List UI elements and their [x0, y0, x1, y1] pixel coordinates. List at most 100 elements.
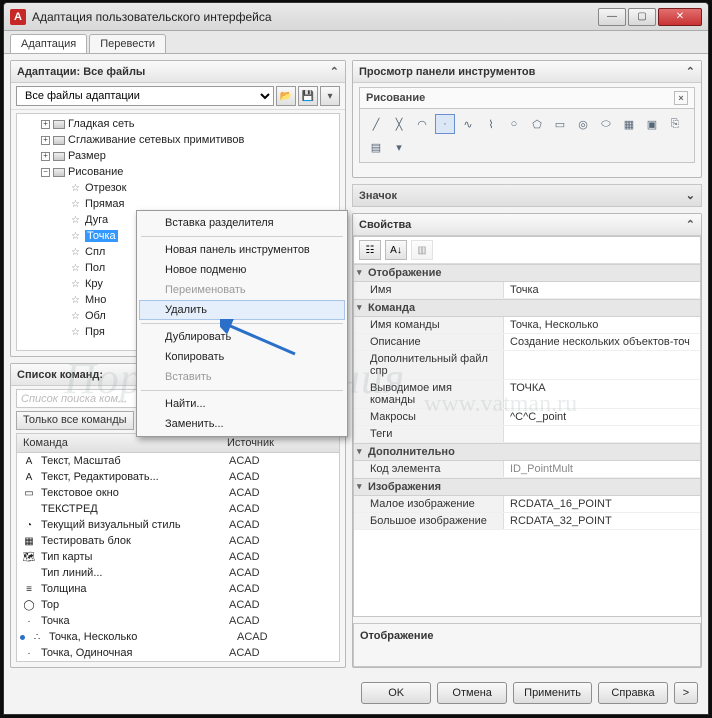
- tool-insert-icon[interactable]: ⎘: [665, 114, 685, 134]
- tree-node[interactable]: Гладкая сеть: [68, 118, 135, 130]
- prop-val[interactable]: Создание нескольких объектов-точ: [504, 334, 700, 350]
- tool-polygon-icon[interactable]: ⬠: [527, 114, 547, 134]
- tree-leaf[interactable]: Пря: [85, 326, 105, 338]
- tree-leaf[interactable]: Прямая: [85, 198, 125, 210]
- collapse-icon[interactable]: −: [41, 168, 50, 177]
- cmd-name[interactable]: Тор: [41, 599, 225, 611]
- tool-table-icon[interactable]: ▤: [366, 137, 386, 157]
- save-arrow-button[interactable]: ▾: [320, 86, 340, 106]
- expand-icon[interactable]: ⌄: [686, 189, 695, 202]
- prop-val[interactable]: RCDATA_16_POINT: [504, 496, 700, 512]
- help-expand-button[interactable]: >: [674, 682, 698, 704]
- file-combo[interactable]: Все файлы адаптации: [16, 86, 274, 106]
- tool-pline-icon[interactable]: ⌇: [481, 114, 501, 134]
- icon-section[interactable]: Значок ⌄: [352, 184, 702, 207]
- prop-pages-button[interactable]: ▥: [411, 240, 433, 260]
- cmd-name[interactable]: Текст, Редактировать...: [41, 471, 225, 483]
- prop-val[interactable]: [504, 426, 700, 442]
- tool-spline-icon[interactable]: ∿: [458, 114, 478, 134]
- cmd-name[interactable]: Тип линий...: [41, 567, 225, 579]
- tree-leaf[interactable]: Мно: [85, 294, 106, 306]
- tool-block-icon[interactable]: ▣: [642, 114, 662, 134]
- ok-button[interactable]: OK: [361, 682, 431, 704]
- cmd-name[interactable]: Тип карты: [41, 551, 225, 563]
- ctx-new-submenu[interactable]: Новое подменю: [139, 260, 345, 280]
- tool-arc-icon[interactable]: ◠: [412, 114, 432, 134]
- cancel-button[interactable]: Отмена: [437, 682, 507, 704]
- tool-line-icon[interactable]: ╱: [366, 114, 386, 134]
- apply-button[interactable]: Применить: [513, 682, 592, 704]
- prop-val[interactable]: Точка: [504, 282, 700, 298]
- prop-val[interactable]: ^C^C_point: [504, 409, 700, 425]
- collapse-icon[interactable]: ⌃: [686, 65, 695, 78]
- cmd-name[interactable]: Точка: [41, 615, 225, 627]
- cmd-name[interactable]: Тестировать блок: [41, 535, 225, 547]
- tab-translate[interactable]: Перевести: [89, 34, 166, 53]
- save-button[interactable]: 💾: [298, 86, 318, 106]
- cmd-filter-button[interactable]: Только все команды: [16, 411, 134, 430]
- tool-more-icon[interactable]: ▾: [389, 137, 409, 157]
- prop-group-extra[interactable]: Дополнительно: [354, 443, 700, 461]
- cmd-icon: ≡: [20, 582, 38, 596]
- ctx-new-toolbar[interactable]: Новая панель инструментов: [139, 240, 345, 260]
- prop-key: Код элемента: [354, 461, 504, 477]
- cmd-name[interactable]: Текстовое окно: [41, 487, 225, 499]
- ctx-delete[interactable]: Удалить: [139, 300, 345, 320]
- cmd-name[interactable]: Толщина: [41, 583, 225, 595]
- ctx-replace[interactable]: Заменить...: [139, 414, 345, 434]
- tool-xline-icon[interactable]: ╳: [389, 114, 409, 134]
- tree-leaf[interactable]: Спл: [85, 246, 105, 258]
- cmd-name[interactable]: ТЕКСТРЕД: [41, 503, 225, 515]
- prop-val[interactable]: RCDATA_32_POINT: [504, 513, 700, 529]
- tool-hatch-icon[interactable]: ▦: [619, 114, 639, 134]
- expand-icon[interactable]: +: [41, 120, 50, 129]
- collapse-icon[interactable]: ⌃: [686, 218, 695, 231]
- preview-close-icon[interactable]: ×: [674, 91, 688, 105]
- tree-leaf[interactable]: Пол: [85, 262, 105, 274]
- prop-group-images[interactable]: Изображения: [354, 478, 700, 496]
- cmd-src: ACAD: [225, 471, 339, 483]
- cmd-name[interactable]: Текст, Масштаб: [41, 455, 225, 467]
- tool-circle-icon[interactable]: ○: [504, 114, 524, 134]
- ctx-find[interactable]: Найти...: [139, 394, 345, 414]
- tool-region-icon[interactable]: ⬭: [596, 114, 616, 134]
- tool-ellipse-icon[interactable]: ◎: [573, 114, 593, 134]
- ctx-copy[interactable]: Копировать: [139, 347, 345, 367]
- tree-node[interactable]: Сглаживание сетевых примитивов: [68, 134, 244, 146]
- tab-adapt[interactable]: Адаптация: [10, 34, 87, 53]
- ctx-duplicate[interactable]: Дублировать: [139, 327, 345, 347]
- cmd-src: ACAD: [225, 583, 339, 595]
- prop-alpha-button[interactable]: A↓: [385, 240, 407, 260]
- prop-val[interactable]: ТОЧКА: [504, 380, 700, 408]
- help-button[interactable]: Справка: [598, 682, 668, 704]
- prop-val[interactable]: Точка, Несколько: [504, 317, 700, 333]
- tool-rect-icon[interactable]: ▭: [550, 114, 570, 134]
- collapse-icon[interactable]: ⌃: [330, 65, 339, 78]
- maximize-button[interactable]: ▢: [628, 8, 656, 26]
- minimize-button[interactable]: —: [598, 8, 626, 26]
- tree-node[interactable]: Рисование: [68, 166, 123, 178]
- prop-group-command[interactable]: Команда: [354, 299, 700, 317]
- tree-leaf[interactable]: Отрезок: [85, 182, 126, 194]
- cmd-name-selected[interactable]: Точка, Несколько: [49, 631, 233, 643]
- cmd-list[interactable]: AТекст, МасштабACAD AТекст, Редактироват…: [16, 453, 340, 662]
- expand-icon[interactable]: +: [41, 136, 50, 145]
- tool-point-icon[interactable]: ·: [435, 114, 455, 134]
- tree-node[interactable]: Размер: [68, 150, 106, 162]
- prop-categorized-button[interactable]: ☷: [359, 240, 381, 260]
- cmd-name[interactable]: Текущий визуальный стиль: [41, 519, 225, 531]
- tree-leaf[interactable]: Обл: [85, 310, 106, 322]
- star-icon: [69, 278, 82, 291]
- close-button[interactable]: ✕: [658, 8, 702, 26]
- tree-leaf-selected[interactable]: Точка: [85, 230, 118, 242]
- prop-val[interactable]: [504, 351, 700, 379]
- property-grid[interactable]: ☷ A↓ ▥ Отображение ИмяТочка Команда Имя …: [353, 236, 701, 617]
- tree-leaf[interactable]: Дуга: [85, 214, 108, 226]
- open-file-button[interactable]: 📂: [276, 86, 296, 106]
- cmd-name[interactable]: Точка, Одиночная: [41, 647, 225, 659]
- prop-group-display[interactable]: Отображение: [354, 264, 700, 282]
- window: A Адаптация пользовательского интерфейса…: [3, 2, 709, 715]
- expand-icon[interactable]: +: [41, 152, 50, 161]
- tree-leaf[interactable]: Кру: [85, 278, 103, 290]
- ctx-insert-separator[interactable]: Вставка разделителя: [139, 213, 345, 233]
